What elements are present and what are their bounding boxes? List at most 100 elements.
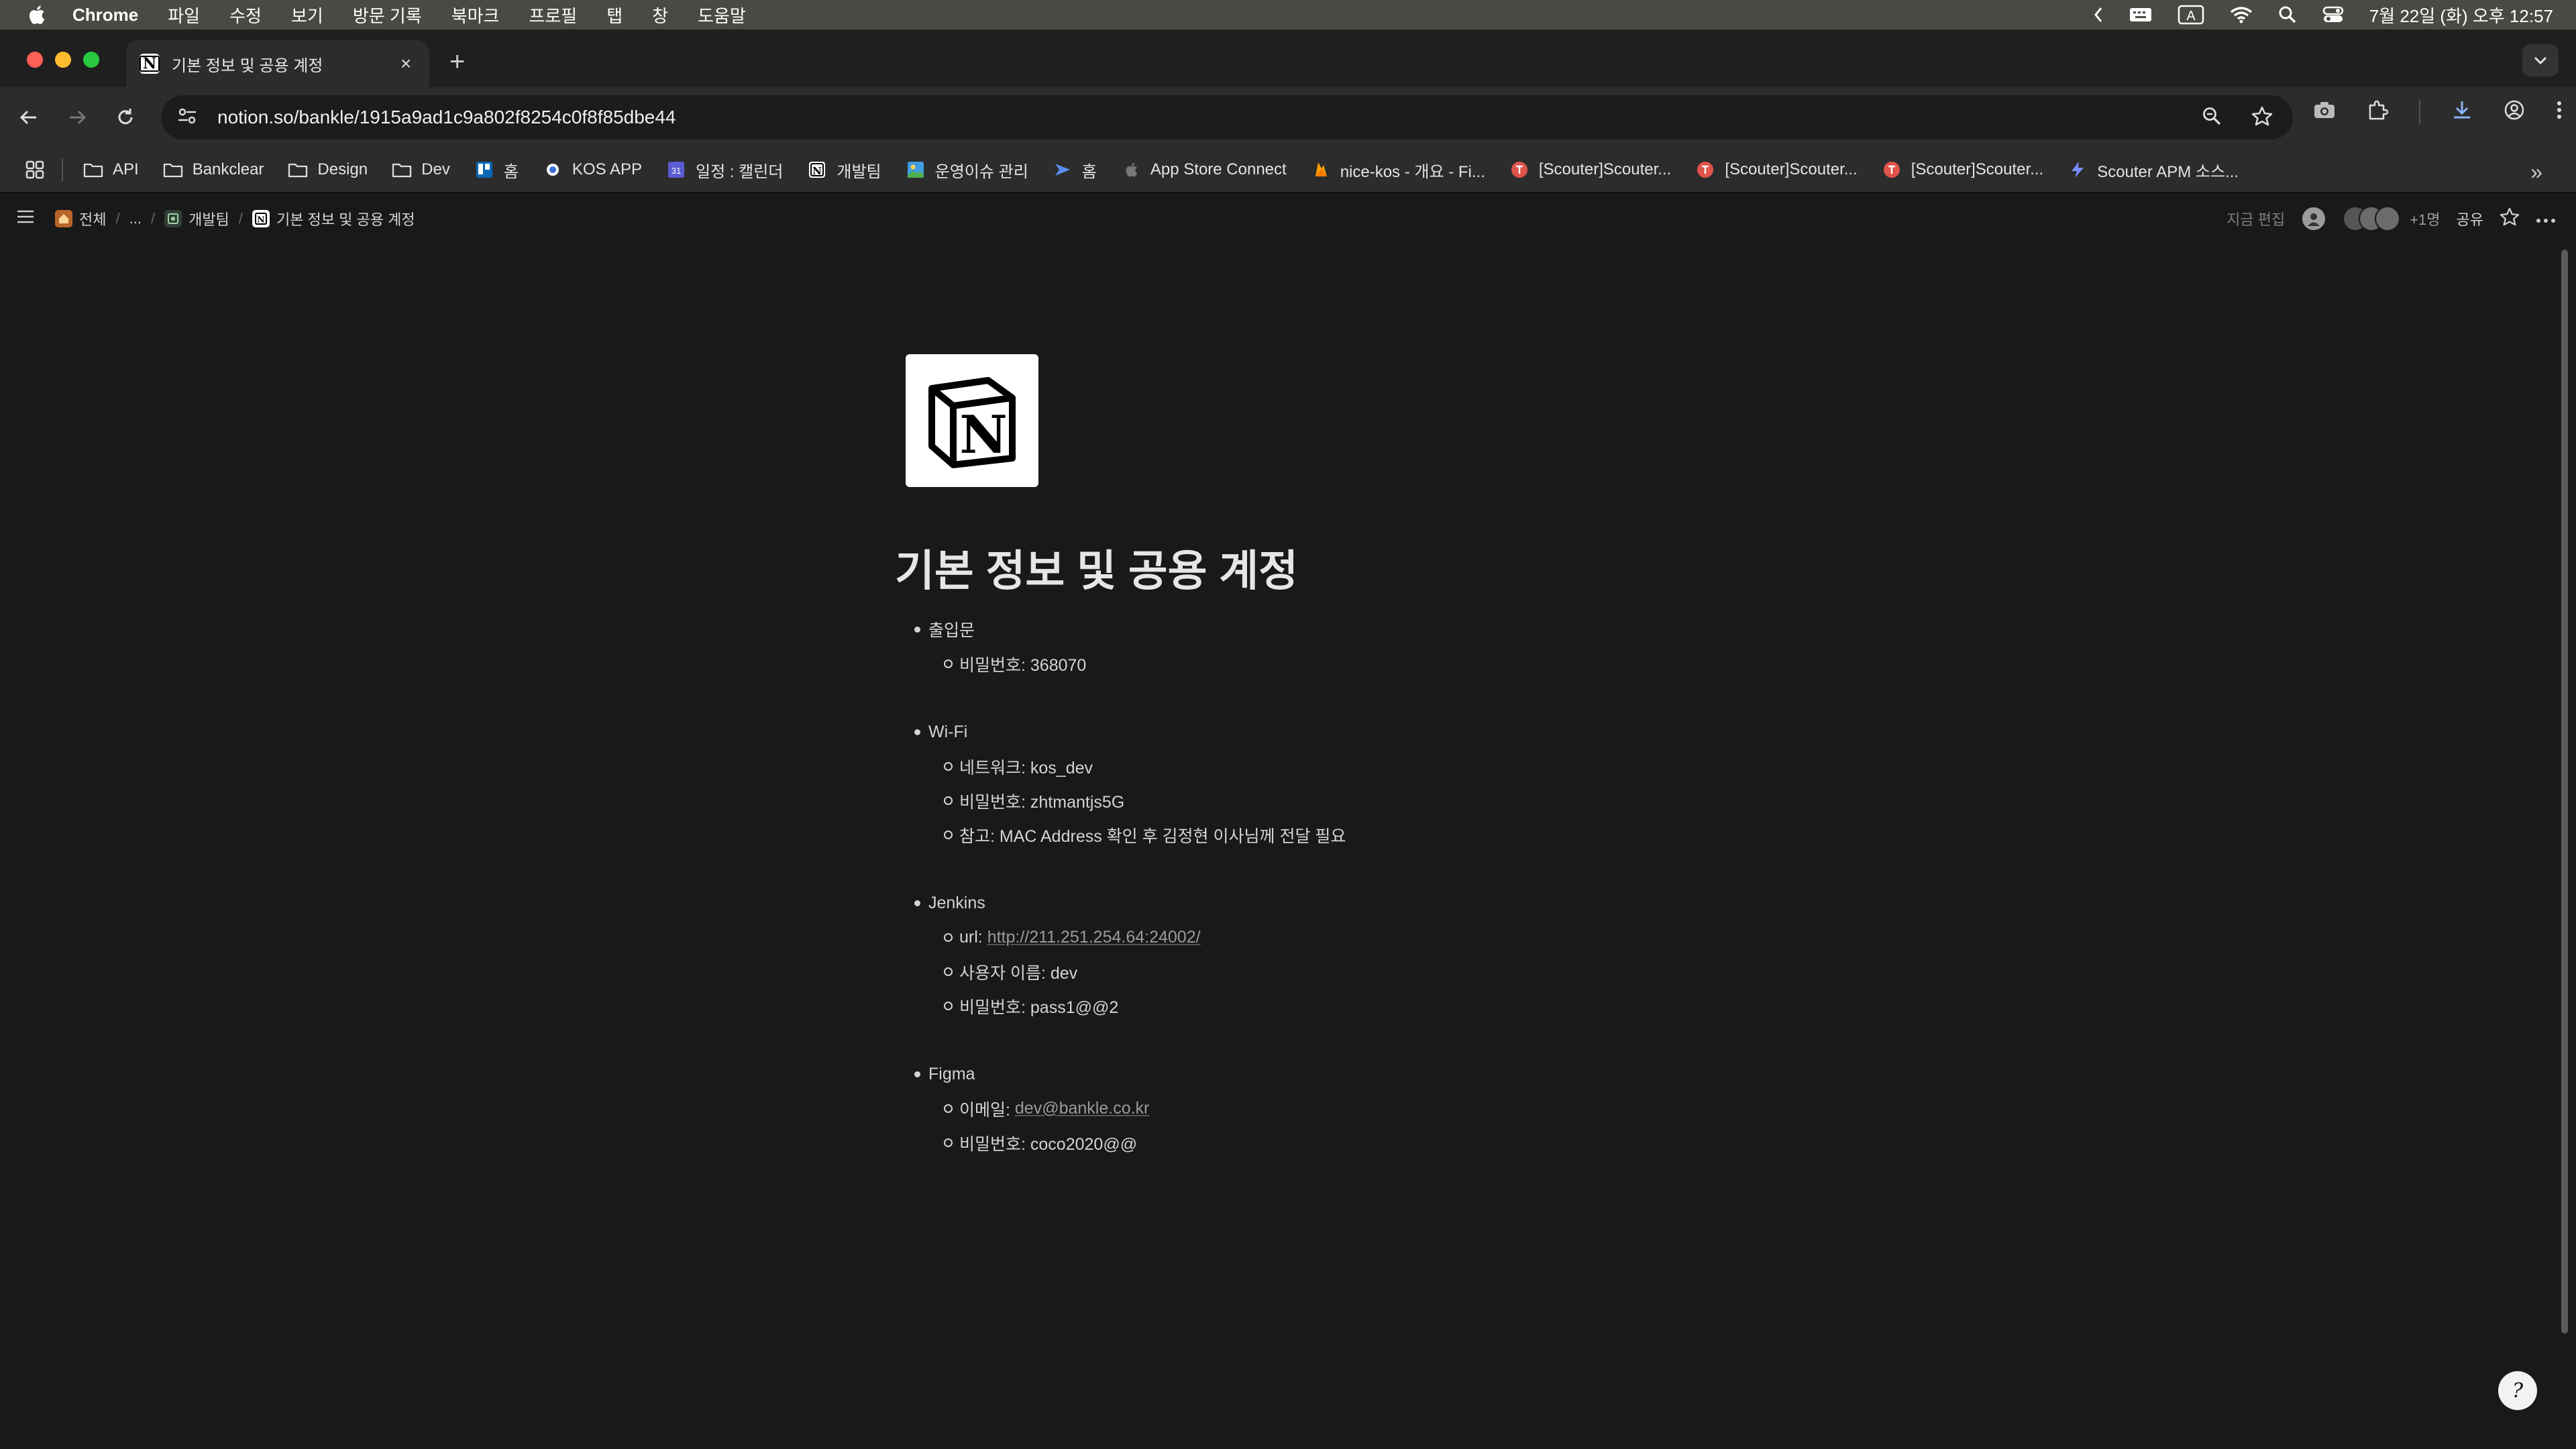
list-item[interactable]: url: http://211.251.254.64:24002/ [936, 920, 1711, 955]
page-icon[interactable]: N [906, 354, 1038, 487]
collaborator-avatars[interactable] [2343, 206, 2401, 231]
bookmark-scouter-apm-source[interactable]: Scouter APM 소스... [2068, 158, 2239, 182]
bookmark-label: API [113, 160, 139, 178]
list-item[interactable]: 비밀번호: 368070 [936, 647, 1711, 681]
folder-icon [392, 160, 412, 179]
zoom-window-button[interactable] [83, 52, 99, 68]
active-tab[interactable]: N 기본 정보 및 공용 계정 × [126, 40, 429, 87]
bullet-icon [936, 933, 959, 942]
control-center-icon[interactable] [2322, 5, 2344, 24]
page-content: 출입문 비밀번호: 368070 Wi-Fi 네트워크: kos_dev 비밀번… [906, 612, 1711, 1193]
favorite-star-icon[interactable] [2500, 207, 2520, 230]
bookmark-star-icon[interactable] [2251, 106, 2273, 129]
browser-menu-kebab-icon[interactable] [2556, 100, 2563, 123]
apps-grid-icon[interactable] [25, 160, 44, 179]
more-bookmarks-chevron-icon[interactable]: » [2530, 160, 2542, 184]
bullet-icon [936, 967, 959, 976]
menu-file[interactable]: 파일 [168, 3, 200, 28]
bullet-icon [936, 796, 959, 805]
chevron-left-icon[interactable] [2093, 6, 2104, 23]
bookmark-home-arrow[interactable]: 홈 [1053, 158, 1097, 182]
bookmark-folder-api[interactable]: API [83, 160, 139, 179]
close-tab-icon[interactable]: × [396, 53, 416, 74]
more-options-icon[interactable] [2536, 210, 2556, 227]
bookmark-kos-app[interactable]: KOS APP [543, 160, 642, 179]
sidebar-menu-icon[interactable] [16, 209, 35, 228]
list-item[interactable]: 비밀번호: pass1@@2 [936, 989, 1711, 1023]
menu-help[interactable]: 도움말 [698, 3, 746, 28]
bookmark-dev-team[interactable]: N 개발팀 [807, 158, 881, 182]
list-item[interactable]: 출입문 [906, 612, 1711, 647]
breadcrumb-ellipsis[interactable]: ... [129, 210, 142, 227]
jenkins-url-link[interactable]: http://211.251.254.64:24002/ [987, 928, 1201, 947]
breadcrumb-separator: / [115, 210, 120, 227]
list-item[interactable]: 참고: MAC Address 확인 후 김정현 이사님께 전달 필요 [936, 818, 1711, 852]
list-item[interactable]: 비밀번호: coco2020@@ [936, 1126, 1711, 1160]
menu-window[interactable]: 창 [652, 3, 668, 28]
list-item[interactable]: Jenkins [906, 885, 1711, 920]
bookmark-calendar[interactable]: 31 일정 : 캘린더 [666, 158, 783, 182]
close-window-button[interactable] [27, 52, 43, 68]
wifi-icon[interactable] [2230, 6, 2253, 23]
menu-profile[interactable]: 프로필 [529, 3, 577, 28]
zoom-icon[interactable] [2202, 106, 2222, 129]
bookmark-app-store-connect[interactable]: App Store Connect [1121, 160, 1287, 179]
arrow-right-icon [70, 110, 87, 125]
notion-ai-help-button[interactable]: ? [2498, 1371, 2537, 1410]
bookmark-folder-design[interactable]: Design [288, 160, 368, 179]
user-avatar[interactable] [2301, 206, 2327, 231]
scouter-icon [1695, 160, 1715, 179]
address-bar[interactable]: notion.so/bankle/1915a9ad1c9a802f8254c0f… [161, 95, 2293, 140]
extra-viewers-count[interactable]: +1명 [2410, 208, 2440, 229]
minimize-window-button[interactable] [55, 52, 71, 68]
profile-icon[interactable] [2504, 99, 2525, 124]
list-item[interactable]: 네트워크: kos_dev [936, 749, 1711, 784]
bullet-icon [936, 830, 959, 839]
extensions-puzzle-icon[interactable] [2367, 99, 2389, 124]
apple-menu-icon[interactable] [0, 4, 72, 25]
list-item[interactable]: 비밀번호: zhtmantjs5G [936, 784, 1711, 818]
list-item[interactable]: Wi-Fi [906, 714, 1711, 749]
bookmark-home-board[interactable]: 홈 [474, 158, 519, 182]
site-settings-icon[interactable] [177, 107, 197, 129]
board-icon [474, 160, 494, 179]
breadcrumb-current[interactable]: N 기본 정보 및 공용 계정 [252, 208, 415, 229]
new-tab-button[interactable]: + [449, 48, 465, 75]
bookmark-folder-bankclear[interactable]: Bankclear [163, 160, 264, 179]
download-icon[interactable] [2451, 99, 2473, 124]
menu-history[interactable]: 방문 기록 [353, 3, 422, 28]
input-source-icon[interactable]: A [2178, 5, 2204, 25]
page-scrollbar[interactable] [2561, 250, 2568, 1334]
tab-search-button[interactable] [2522, 44, 2559, 76]
bookmark-firebase[interactable]: nice-kos - 개요 - Fi... [1311, 158, 1485, 182]
menu-tab[interactable]: 탭 [606, 3, 623, 28]
figma-email-link[interactable]: dev@bankle.co.kr [1015, 1099, 1149, 1118]
section-heading: Wi-Fi [928, 722, 968, 741]
keyboard-icon[interactable] [2129, 6, 2152, 23]
menu-view[interactable]: 보기 [291, 3, 323, 28]
list-item[interactable]: 이메일: dev@bankle.co.kr [936, 1091, 1711, 1126]
spotlight-search-icon[interactable] [2278, 5, 2297, 24]
bookmark-label: 운영이슈 관리 [934, 162, 1028, 181]
share-button[interactable]: 공유 [2457, 208, 2483, 229]
bookmark-ops-issues[interactable]: 운영이슈 관리 [906, 158, 1028, 182]
back-button[interactable] [13, 102, 44, 133]
bookmark-scouter-2[interactable]: [Scouter]Scouter... [1695, 160, 1858, 179]
bookmark-folder-dev[interactable]: Dev [392, 160, 450, 179]
address-url[interactable]: notion.so/bankle/1915a9ad1c9a802f8254c0f… [217, 107, 2202, 128]
menu-app-name[interactable]: Chrome [72, 5, 138, 25]
menu-edit[interactable]: 수정 [229, 3, 262, 28]
menu-bookmarks[interactable]: 북마크 [451, 3, 500, 28]
breadcrumb-root[interactable]: 전체 [55, 208, 106, 229]
browser-toolbar: notion.so/bankle/1915a9ad1c9a802f8254c0f… [0, 87, 2576, 148]
camera-icon[interactable] [2313, 100, 2336, 123]
bookmark-scouter-1[interactable]: [Scouter]Scouter... [1509, 160, 1671, 179]
forward-button[interactable] [62, 102, 93, 133]
reload-button[interactable] [110, 102, 141, 133]
bookmark-scouter-3[interactable]: [Scouter]Scouter... [1882, 160, 2043, 179]
page-title[interactable]: 기본 정보 및 공용 계정 [895, 537, 1298, 598]
list-item[interactable]: Figma [906, 1057, 1711, 1091]
list-item[interactable]: 사용자 이름: dev [936, 955, 1711, 989]
breadcrumb-parent[interactable]: 개발팀 [164, 208, 229, 229]
menubar-datetime[interactable]: 7월 22일 (화) 오후 12:57 [2369, 3, 2553, 28]
